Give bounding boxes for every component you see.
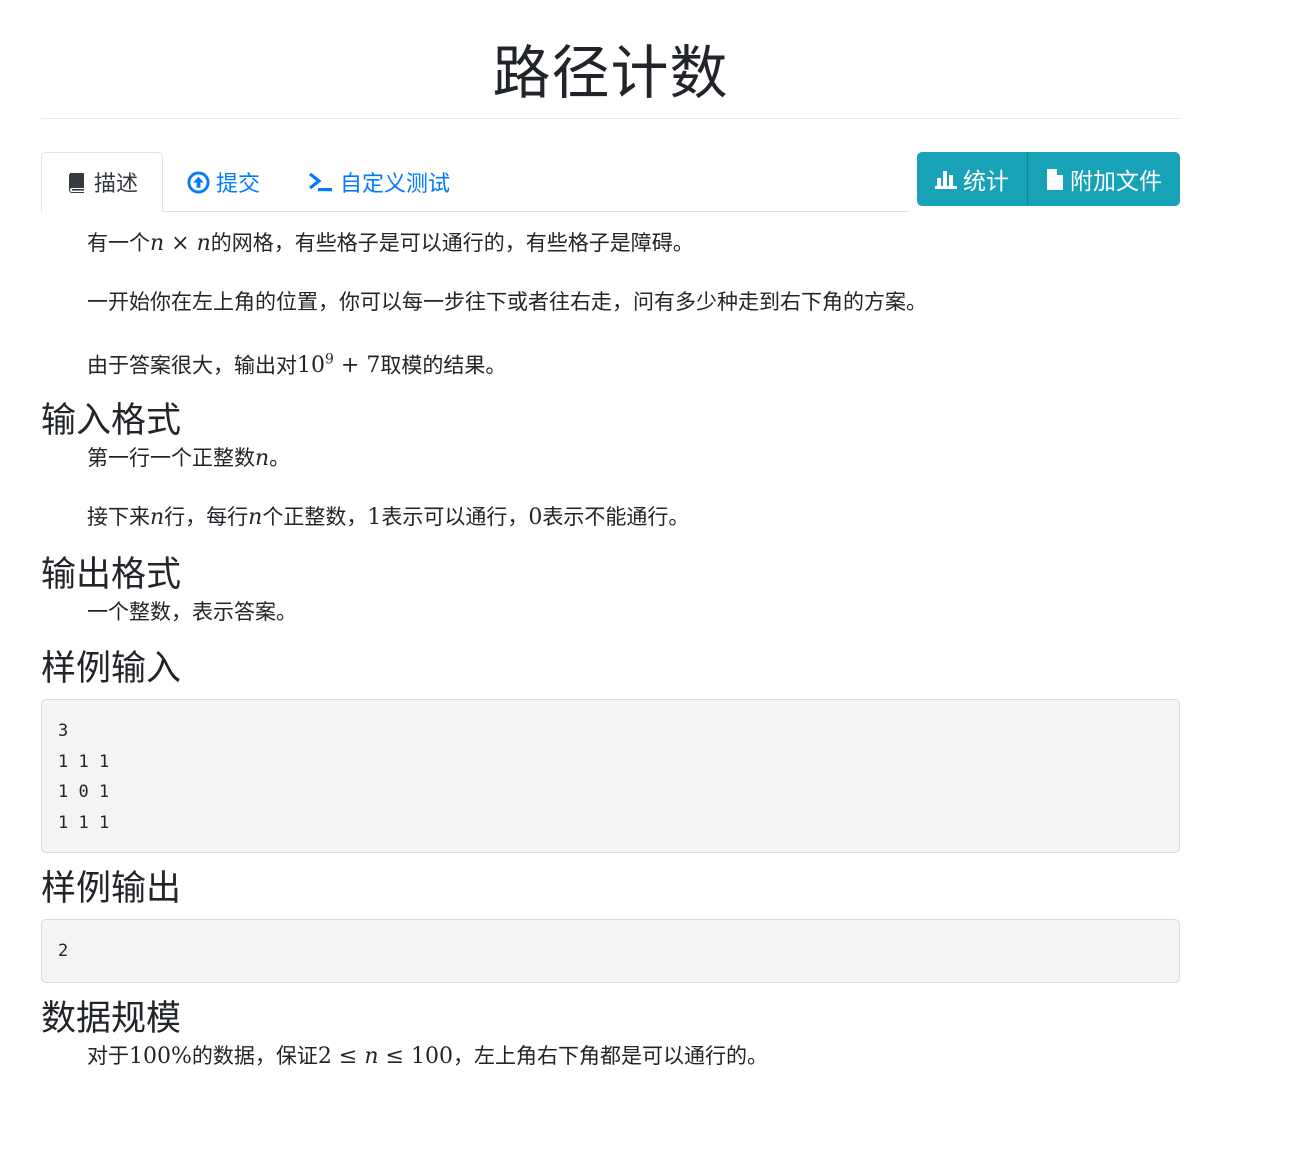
input-format-heading: 输入格式 [41, 401, 182, 442]
text: 。 [269, 446, 291, 471]
text: ，左上角右下角都是可以通行的。 [452, 1044, 768, 1069]
tab-custom-test-label: 自定义测试 [340, 172, 451, 197]
math-num: + 7 [340, 353, 381, 379]
math-num: 1 [367, 505, 382, 531]
statistics-button[interactable]: 统计 [917, 152, 1028, 206]
text: 的数据，保证 [191, 1044, 318, 1069]
text: 第一行一个正整数 [87, 446, 255, 471]
math-exp: 9 [325, 352, 334, 368]
attachments-button[interactable]: 附加文件 [1028, 152, 1180, 206]
description-paragraph-1: 有一个n × n的网格，有些格子是可以通行的，有些格子是障碍。 [41, 228, 1180, 259]
problem-page: 路径计数 描述 提交 自定义测试 统计 附加文件 有一个n × n的网格，有些格… [0, 0, 1294, 1154]
input-format-paragraph-2: 接下来n行，每行n个正整数，1表示可以通行，0表示不能通行。 [41, 502, 1180, 533]
math-var-n: n [248, 505, 263, 531]
math-num: 2 [317, 1044, 332, 1070]
text: 由于答案很大，输出对 [87, 353, 297, 378]
output-format-paragraph: 一个整数，表示答案。 [87, 600, 297, 625]
math-var-n: n [364, 1044, 379, 1070]
math-grid-size: n × n [150, 231, 211, 256]
problem-actions: 统计 附加文件 [917, 152, 1180, 206]
text: 取模的结果。 [380, 353, 507, 378]
tab-description-label: 描述 [94, 172, 139, 197]
text: 表示不能通行。 [542, 505, 690, 530]
output-format-heading: 输出格式 [41, 555, 182, 596]
text: 接下来 [87, 505, 150, 530]
terminal-icon [308, 171, 334, 193]
sample-output-heading: 样例输出 [41, 869, 182, 910]
arrow-circle-up-icon [187, 170, 210, 194]
text: 个正整数， [262, 505, 368, 530]
problem-tabs: 描述 提交 自定义测试 [41, 152, 909, 212]
math-num: 100 [410, 1044, 453, 1070]
input-format-paragraph-1: 第一行一个正整数n。 [41, 443, 1180, 474]
math-op: ≤ [385, 1044, 404, 1070]
statistics-label: 统计 [963, 169, 1009, 195]
constraints-heading: 数据规模 [41, 999, 182, 1040]
file-icon [1046, 168, 1064, 191]
math-var: n [150, 505, 164, 530]
text: 行，每行 [164, 505, 249, 530]
tab-bar: 描述 提交 自定义测试 统计 附加文件 [41, 152, 1180, 212]
page-title: 路径计数 [41, 0, 1180, 119]
text: 有一个 [87, 231, 150, 255]
math-var: n [255, 446, 269, 471]
constraints-paragraph: 对于100%的数据，保证2 ≤ n ≤ 100，左上角右下角都是可以通行的。 [41, 1041, 1180, 1072]
math-var: n [196, 231, 211, 256]
description-paragraph-3: 由于答案很大，输出对109 + 7取模的结果。 [41, 345, 1180, 381]
math-op: × [171, 231, 190, 256]
math-var-n: n [255, 446, 270, 472]
text: 表示可以通行， [381, 505, 529, 530]
tab-custom-test[interactable]: 自定义测试 [284, 153, 474, 211]
tab-description[interactable]: 描述 [41, 152, 164, 212]
sample-input-block: 3 1 1 1 1 0 1 1 1 1 [41, 699, 1180, 854]
math-range: 2 ≤ n ≤ 100 [318, 1044, 453, 1069]
sample-output-block: 2 [41, 919, 1180, 984]
math-num: 10 [297, 353, 325, 379]
math-modulus: 109 + 7 [297, 352, 381, 379]
tab-submit[interactable]: 提交 [163, 153, 284, 211]
description-paragraph-2: 一开始你在左上角的位置，你可以每一步往下或者往右走，问有多少种走到右下角的方案。 [87, 290, 927, 314]
main-container: 路径计数 描述 提交 自定义测试 统计 附加文件 有一个n × n的网格，有些格… [41, 0, 1180, 1072]
bar-chart-icon [935, 169, 957, 189]
math-var-n: n [150, 505, 165, 531]
math-var: n [248, 505, 262, 530]
math-op: ≤ [338, 1044, 358, 1070]
math-num: 0 [528, 505, 543, 531]
tab-submit-label: 提交 [216, 172, 261, 197]
book-icon [66, 171, 88, 193]
problem-statement: 有一个n × n的网格，有些格子是可以通行的，有些格子是障碍。 一开始你在左上角… [41, 212, 1180, 1072]
math-percent: 100% [129, 1044, 192, 1070]
text: 的网格，有些格子是可以通行的，有些格子是障碍。 [210, 231, 694, 255]
text: 对于 [87, 1044, 129, 1069]
math-var: n [150, 231, 165, 256]
sample-input-heading: 样例输入 [41, 649, 182, 690]
attachments-label: 附加文件 [1070, 169, 1162, 195]
